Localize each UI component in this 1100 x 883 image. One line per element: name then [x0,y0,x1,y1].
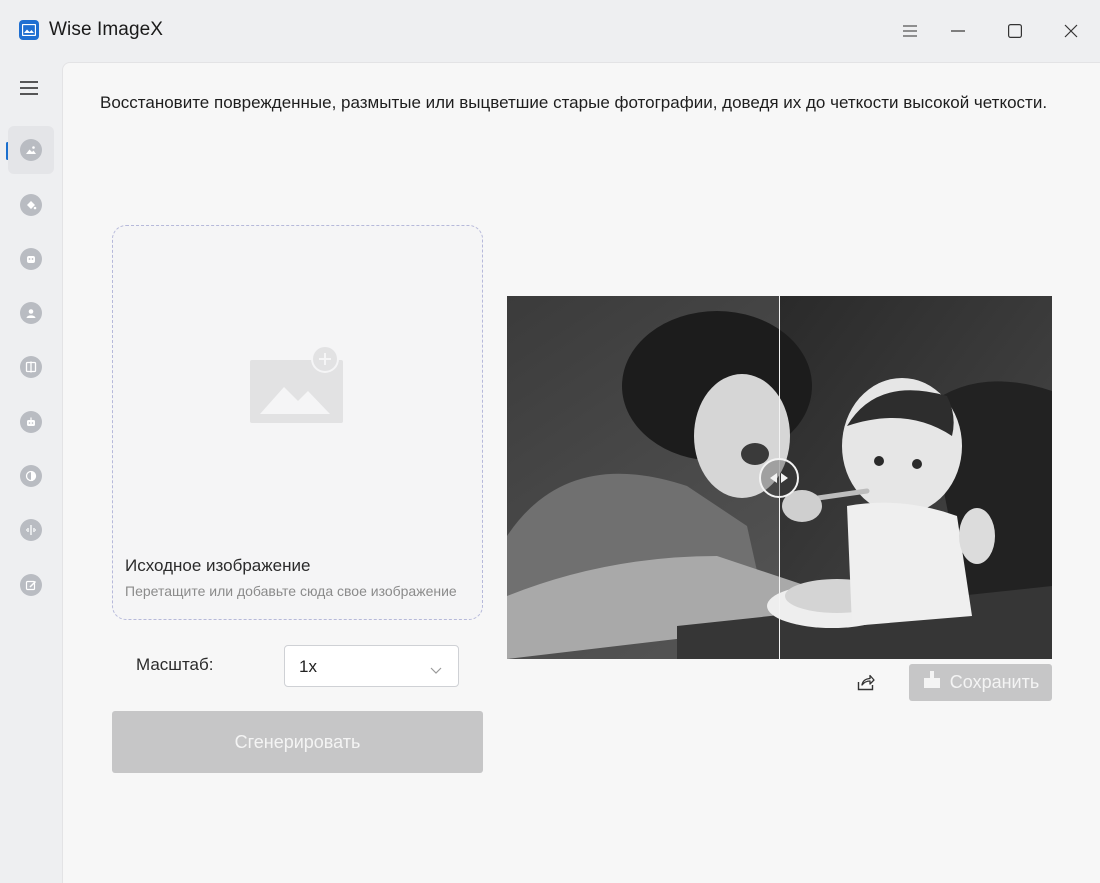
tool-description: Восстановите поврежденные, размытые или … [100,93,1048,112]
dropzone-hint: Перетащите или добавьте сюда свое изобра… [125,583,457,599]
app-title: Wise ImageX [49,19,164,40]
close-icon[interactable] [1056,16,1086,46]
add-image-icon [250,345,345,430]
dropzone-title: Исходное изображение [125,556,311,575]
minimize-icon[interactable] [943,16,973,46]
sidebar-item-face-enhance[interactable] [8,235,54,283]
title-bar: Wise ImageX [0,0,1100,62]
compare-split-icon [20,356,42,378]
sidebar-item-denoise[interactable] [8,506,54,554]
save-button[interactable]: Сохранить [909,664,1052,701]
ai-robot-icon [20,411,42,433]
sidebar-item-color-fill[interactable] [8,181,54,229]
scale-select-value: 1x [299,657,317,676]
generate-button[interactable]: Сгенерировать [112,711,483,773]
main-panel: Восстановите поврежденные, размытые или … [62,62,1100,883]
save-button-label: Сохранить [949,672,1040,692]
before-after-preview [507,296,1052,659]
color-fill-icon [20,194,42,216]
portrait-icon [20,302,42,324]
hamburger-menu-icon[interactable] [15,75,43,101]
scale-label: Масштаб: [136,655,214,674]
edit-image-icon [20,574,42,596]
sidebar-item-ai-robot[interactable] [8,398,54,446]
photo-restore-icon [20,139,42,161]
scale-select[interactable]: 1x [284,645,459,687]
denoise-icon [20,519,42,541]
sidebar-item-compare[interactable] [8,343,54,391]
chevron-down-icon [430,661,442,679]
share-icon[interactable] [853,669,879,695]
compare-slider-handle[interactable] [759,458,799,498]
save-icon [922,670,942,695]
face-enhance-icon [20,248,42,270]
sidebar-item-photo-restore[interactable] [8,126,54,174]
app-logo-icon [19,20,39,40]
sidebar-item-contrast[interactable] [8,452,54,500]
maximize-icon[interactable] [1000,16,1030,46]
menu-icon[interactable] [895,16,925,46]
contrast-icon [20,465,42,487]
image-dropzone[interactable]: Исходное изображение Перетащите или доба… [112,225,483,620]
sidebar-item-portrait[interactable] [8,289,54,337]
sidebar-item-edit-image[interactable] [8,561,54,609]
